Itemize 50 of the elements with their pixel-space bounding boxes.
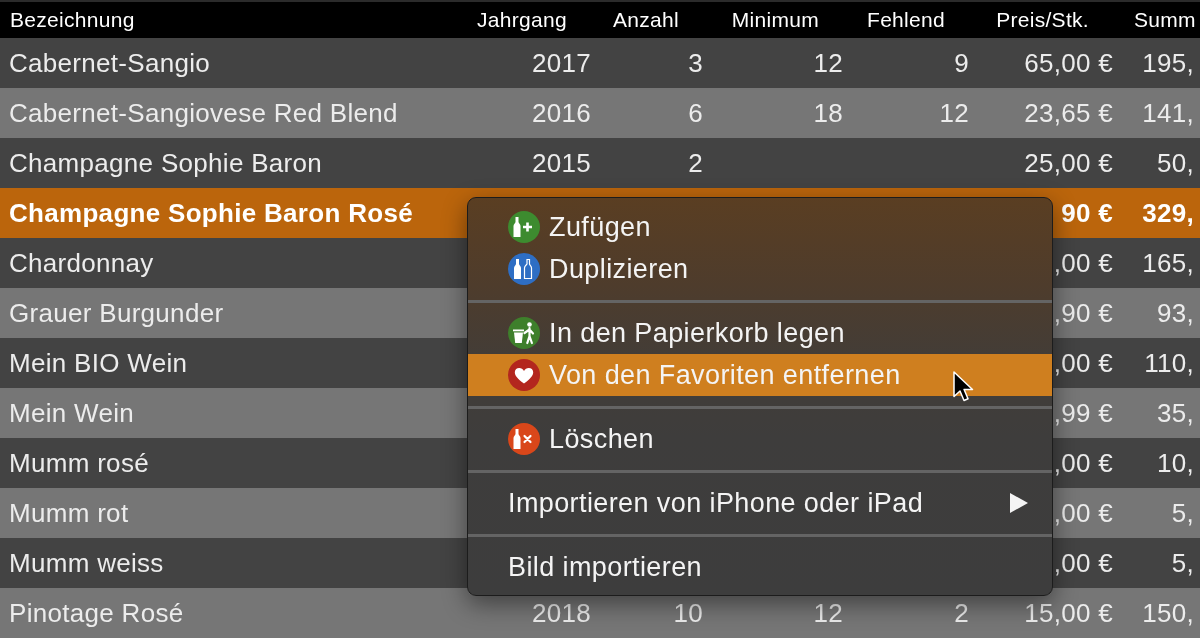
total-price: 110,: [1144, 347, 1194, 378]
bottle-count: 3: [688, 47, 703, 78]
vintage-year: 2018: [531, 597, 591, 628]
wine-name: Cabernet-Sangio: [9, 47, 211, 78]
total-price: 150,: [1142, 597, 1194, 628]
unit-price: ,00 €: [1053, 497, 1113, 528]
wine-name: Mein Wein: [9, 397, 135, 428]
bottle-count: 10: [673, 597, 703, 628]
wine-name: Chardonnay: [9, 247, 154, 278]
unit-price: 65,00 €: [1024, 47, 1113, 78]
wine-name: Mumm weiss: [9, 547, 164, 578]
unit-price: ,00 €: [1053, 347, 1113, 378]
wine-name: Cabernet-Sangiovese Red Blend: [9, 97, 398, 128]
minimum-value: 12: [813, 597, 843, 628]
total-price: 35,: [1156, 397, 1194, 428]
unit-price: 23,65 €: [1024, 97, 1113, 128]
total-price: 93,: [1156, 297, 1194, 328]
total-price: 50,: [1156, 147, 1194, 178]
unit-price: ,00 €: [1053, 447, 1113, 478]
minimum-value: 18: [813, 97, 843, 128]
total-price: 329,: [1142, 197, 1194, 228]
total-price: 5,: [1171, 497, 1194, 528]
bottle-count: 2: [688, 147, 703, 178]
unit-price: ,99 €: [1053, 397, 1113, 428]
wine-name: Mumm rosé: [9, 447, 149, 478]
unit-price: ,90 €: [1053, 297, 1113, 328]
wine-name: Mumm rot: [9, 497, 129, 528]
wine-name: Mein BIO Wein: [9, 347, 188, 378]
wine-name: Champagne Sophie Baron Rosé: [9, 197, 413, 228]
wine-name: Grauer Burgunder: [9, 297, 224, 328]
missing-value: 9: [954, 47, 969, 78]
unit-price: ,00 €: [1053, 547, 1113, 578]
vintage-year: 2016: [531, 97, 591, 128]
minimum-value: 12: [813, 47, 843, 78]
wine-name: Pinotage Rosé: [9, 597, 184, 628]
unit-price: ,00 €: [1053, 247, 1113, 278]
unit-price: 15,00 €: [1024, 597, 1113, 628]
missing-value: 12: [939, 97, 969, 128]
total-price: 141,: [1142, 97, 1194, 128]
unit-price: 25,00 €: [1024, 147, 1113, 178]
wine-name: Champagne Sophie Baron: [9, 147, 323, 178]
total-price: 5,: [1171, 547, 1194, 578]
bottle-count: 6: [688, 97, 703, 128]
vintage-year: 2015: [531, 147, 591, 178]
total-price: 165,: [1142, 247, 1194, 278]
unit-price: 90 €: [1061, 197, 1113, 228]
total-price: 10,: [1156, 447, 1194, 478]
vintage-year: 2017: [531, 47, 591, 78]
total-price: 195,: [1142, 47, 1194, 78]
missing-value: 2: [954, 597, 969, 628]
